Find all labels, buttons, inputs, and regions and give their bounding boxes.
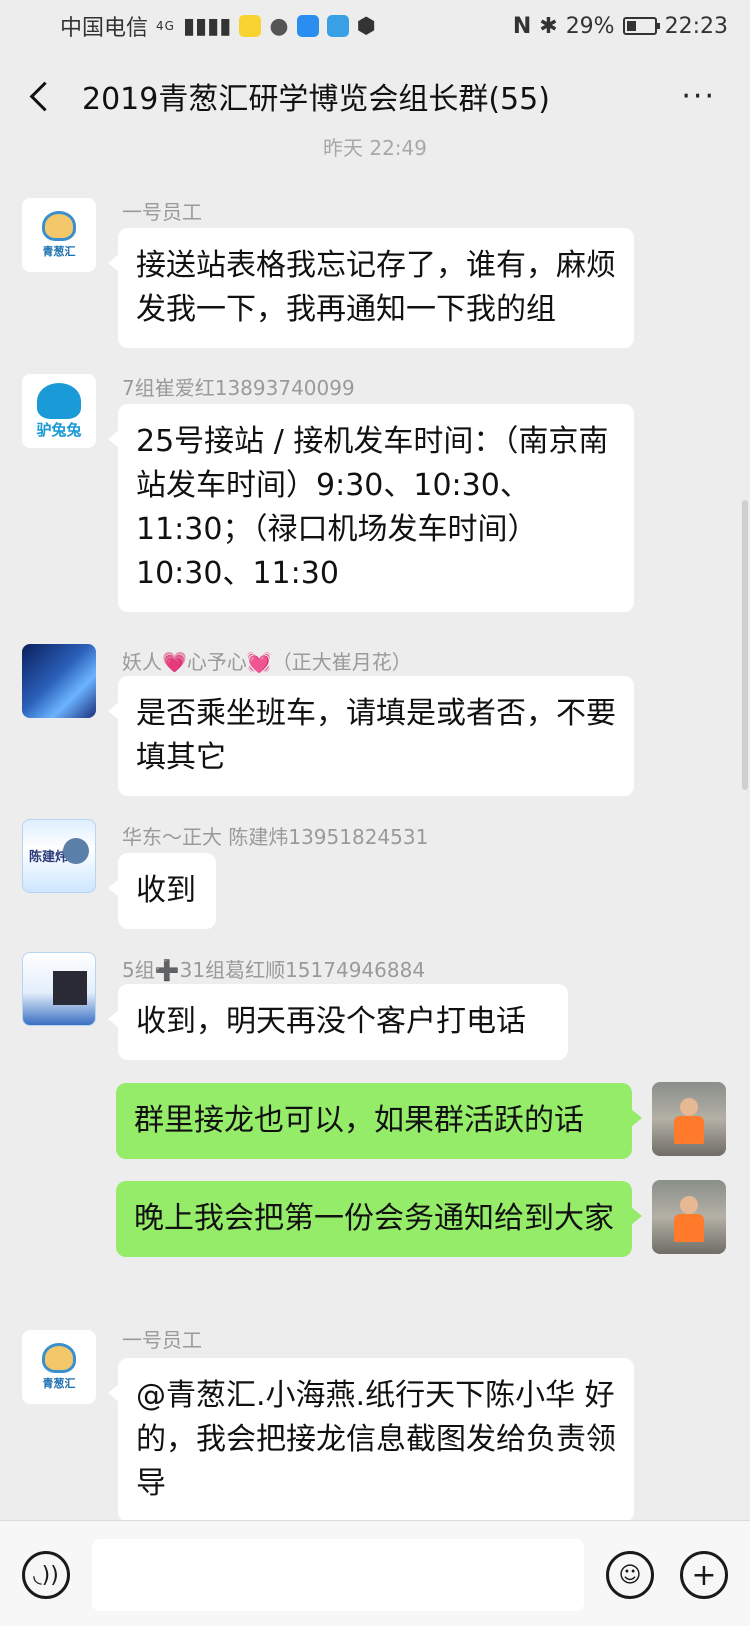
- heart-notify-icon: [326, 15, 349, 37]
- message-input[interactable]: [92, 1539, 584, 1611]
- message-bubble[interactable]: @青葱汇.小海燕.纸行天下陈小华 好的，我会把接龙信息截图发给负责领导: [108, 1358, 634, 1522]
- message-bubble[interactable]: 群里接龙也可以，如果群活跃的话: [116, 1083, 642, 1159]
- carrier-label: 中国电信: [60, 16, 149, 41]
- avatar[interactable]: [652, 1180, 726, 1254]
- plus-icon[interactable]: +: [680, 1551, 728, 1599]
- sender-name: 妖人💗心予心💓（正大崔月花）: [122, 650, 412, 674]
- message-bubble[interactable]: 晚上我会把第一份会务通知给到大家: [116, 1181, 642, 1257]
- nfc-icon: N: [512, 13, 532, 39]
- avatar-head: [680, 1098, 698, 1116]
- avatar-shirt: [674, 1116, 704, 1144]
- sender-name: 华东～正大 陈建炜13951824531: [122, 825, 429, 849]
- avatar[interactable]: 陈建炜: [22, 819, 96, 893]
- avatar-logo-text: 青葱汇: [42, 1377, 76, 1390]
- chat-header: 2019青葱汇研学博览会组长群(55) ···: [0, 52, 750, 140]
- back-arrow-icon[interactable]: [28, 82, 56, 110]
- clock: 22:23: [664, 13, 728, 39]
- chat-title: 2019青葱汇研学博览会组长群(55): [82, 82, 550, 117]
- sender-name: 一号员工: [122, 200, 202, 224]
- message-bubble[interactable]: 是否乘坐班车，请填是或者否，不要填其它: [108, 676, 634, 796]
- input-bar: ◟)) ☺ +: [0, 1520, 750, 1626]
- novel-app-icon: [239, 15, 262, 37]
- avatar-head: [680, 1196, 698, 1214]
- avatar[interactable]: [22, 952, 96, 1026]
- avatar-shirt: [674, 1214, 704, 1242]
- message-bubble[interactable]: 收到，明天再没个客户打电话: [108, 984, 568, 1060]
- avatar[interactable]: 驴兔兔: [22, 374, 96, 448]
- battery-percent: 29%: [565, 13, 615, 39]
- sender-name: 一号员工: [122, 1328, 202, 1352]
- scrollbar[interactable]: [742, 500, 748, 790]
- avatar[interactable]: 青葱汇: [22, 198, 96, 272]
- sender-name: 7组崔爱红13893740099: [122, 376, 355, 400]
- donkey-logo-icon: [37, 382, 81, 419]
- avatar-photo: [53, 971, 87, 1005]
- logo-emblem-icon: [42, 211, 76, 241]
- more-options-icon[interactable]: ···: [681, 79, 716, 114]
- sender-name: 5组➕31组葛红顺15174946884: [122, 958, 426, 982]
- message-bubble[interactable]: 25号接站 / 接机发车时间：（南京南站发车时间）9:30、10:30、11:3…: [108, 404, 634, 612]
- hexagon-notify-icon: ⬢: [356, 13, 376, 39]
- emoji-icon[interactable]: ☺: [606, 1551, 654, 1599]
- message-bubble[interactable]: 收到: [108, 853, 216, 929]
- voice-icon[interactable]: ◟)): [22, 1551, 70, 1599]
- message-bubble[interactable]: 接送站表格我忘记存了，谁有，麻烦发我一下，我再通知一下我的组: [108, 228, 634, 348]
- app-notify-icon: [296, 15, 319, 37]
- signal-icon: ▮▮▮▮: [182, 13, 232, 39]
- bluetooth-icon: ✱: [539, 13, 558, 39]
- avatar[interactable]: 青葱汇: [22, 1330, 96, 1404]
- avatar-logo-text: 驴兔兔: [36, 420, 82, 439]
- avatar-photo: [63, 838, 89, 864]
- timestamp: 昨天 22:49: [323, 136, 427, 160]
- logo-emblem-icon: [42, 1343, 76, 1373]
- network-type: 4G: [156, 19, 175, 33]
- avatar[interactable]: [652, 1082, 726, 1156]
- avatar-logo-text: 青葱汇: [42, 245, 76, 258]
- battery-icon: [622, 17, 660, 35]
- wechat-notify-icon: ●: [269, 13, 289, 39]
- avatar[interactable]: [22, 644, 96, 718]
- status-bar: 中国电信 4G ▮▮▮▮ ● ⬢ N ✱ 29% 22:23: [0, 0, 750, 52]
